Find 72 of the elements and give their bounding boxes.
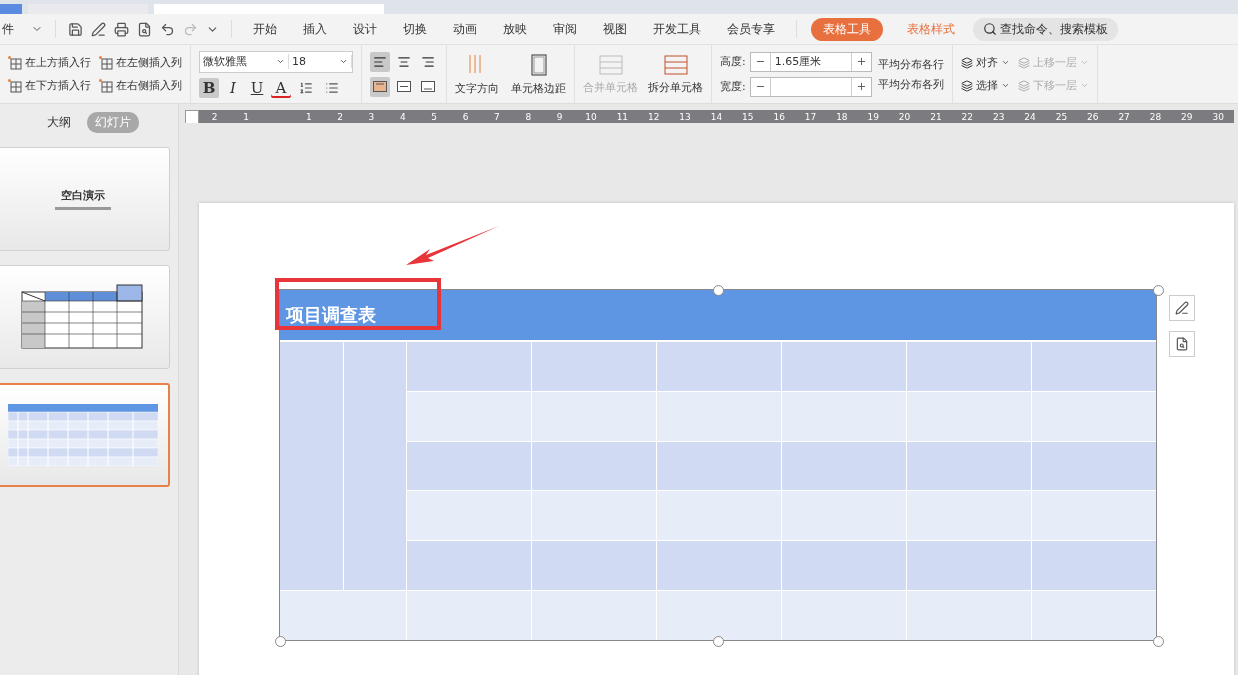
- align-icon: [397, 54, 411, 69]
- layers-icon: [1017, 79, 1030, 92]
- slide-thumbnail[interactable]: [0, 383, 170, 487]
- width-label: 宽度:: [720, 79, 746, 94]
- menu-tab[interactable]: 设计: [340, 20, 390, 38]
- font-size-field[interactable]: 18: [289, 55, 352, 68]
- arrange-button[interactable]: 对齐: [960, 55, 1010, 70]
- vertical-align-icon: [373, 81, 387, 92]
- menu-tab[interactable]: 动画: [440, 20, 490, 38]
- table-insert-icon: [99, 55, 113, 70]
- table-title: 项目调查表: [286, 303, 376, 327]
- insert-button[interactable]: 在左侧插入列: [99, 55, 182, 70]
- slide-title: 空白演示: [61, 188, 105, 203]
- menu-tab[interactable]: 开发工具: [640, 20, 714, 38]
- vertical-align-icon: [421, 81, 435, 92]
- menu-tab[interactable]: 会员专享: [714, 20, 788, 38]
- search-icon: [983, 22, 997, 36]
- resize-handle[interactable]: [713, 636, 724, 647]
- resize-handle[interactable]: [713, 285, 724, 296]
- caret-icon: [276, 57, 285, 66]
- table-insert-icon: [8, 55, 22, 70]
- caret-icon: [1000, 58, 1010, 67]
- split-cells-button[interactable]: 拆分单元格: [648, 53, 703, 95]
- align-icon: [421, 54, 435, 69]
- format-button[interactable]: B: [199, 77, 219, 98]
- subtitle-line-icon: [55, 207, 111, 210]
- insert-button[interactable]: 在右侧插入列: [99, 78, 182, 93]
- table-insert-icon: [8, 78, 22, 93]
- menu-tab[interactable]: 切换: [390, 20, 440, 38]
- slide-thumbnail[interactable]: 空白演示: [0, 147, 170, 251]
- height-label: 高度:: [720, 54, 746, 69]
- align-icon: [373, 54, 387, 69]
- insert-button[interactable]: 在上方插入行: [8, 55, 91, 70]
- slide-thumbnail[interactable]: [0, 265, 170, 369]
- layers-icon: [960, 56, 973, 69]
- file-menu[interactable]: 件: [0, 20, 27, 38]
- format-button[interactable]: I: [223, 77, 243, 98]
- resize-handle[interactable]: [275, 636, 286, 647]
- format-button[interactable]: A: [271, 77, 291, 98]
- menu-tab[interactable]: 开始: [240, 20, 290, 38]
- sidebar-tab[interactable]: 大纲: [39, 112, 79, 133]
- caret-icon: [1079, 81, 1089, 90]
- table-cells-icon: [597, 53, 624, 76]
- arrange-button[interactable]: 选择: [960, 78, 1010, 93]
- menu-tab[interactable]: 放映: [490, 20, 540, 38]
- layers-icon: [960, 79, 973, 92]
- caret-icon: [1000, 81, 1010, 90]
- table-tool-icon[interactable]: [1169, 331, 1195, 357]
- cell-margin-button[interactable]: 单元格边距: [511, 52, 566, 96]
- font-name-field[interactable]: 微软雅黑: [200, 54, 289, 69]
- menu-tab[interactable]: 审阅: [540, 20, 590, 38]
- insert-button[interactable]: 在下方插入行: [8, 78, 91, 93]
- table-cells-icon: [662, 53, 689, 76]
- distribute-rows-button[interactable]: 平均分布各行: [877, 56, 944, 72]
- table-insert-icon: [99, 78, 113, 93]
- search-field[interactable]: 查找命令、搜索模板: [973, 17, 1118, 41]
- align-button[interactable]: [370, 51, 390, 72]
- width-field[interactable]: [769, 77, 852, 96]
- menu-tab[interactable]: 插入: [290, 20, 340, 38]
- vertical-align-icon: [397, 81, 411, 92]
- menu-tab[interactable]: 视图: [590, 20, 640, 38]
- edit-icon[interactable]: [1169, 295, 1195, 321]
- distribute-columns-button[interactable]: 平均分布各列: [877, 76, 944, 92]
- vertical-align-button[interactable]: [370, 76, 390, 97]
- ruler: 2 1 1 2 3 4 5 6 7 8 9 10 11 12 13 14 15 16 17 18 19 20 21 22 23 24 25 26 27 28 29 30: [185, 110, 1234, 123]
- format-button[interactable]: U: [247, 77, 267, 98]
- layers-icon: [1017, 56, 1030, 69]
- text-direction-button[interactable]: 文字方向: [455, 52, 499, 96]
- caret-icon: [1079, 58, 1089, 67]
- resize-handle[interactable]: [1153, 285, 1164, 296]
- caret-icon: [339, 57, 348, 66]
- resize-handle[interactable]: [1153, 636, 1164, 647]
